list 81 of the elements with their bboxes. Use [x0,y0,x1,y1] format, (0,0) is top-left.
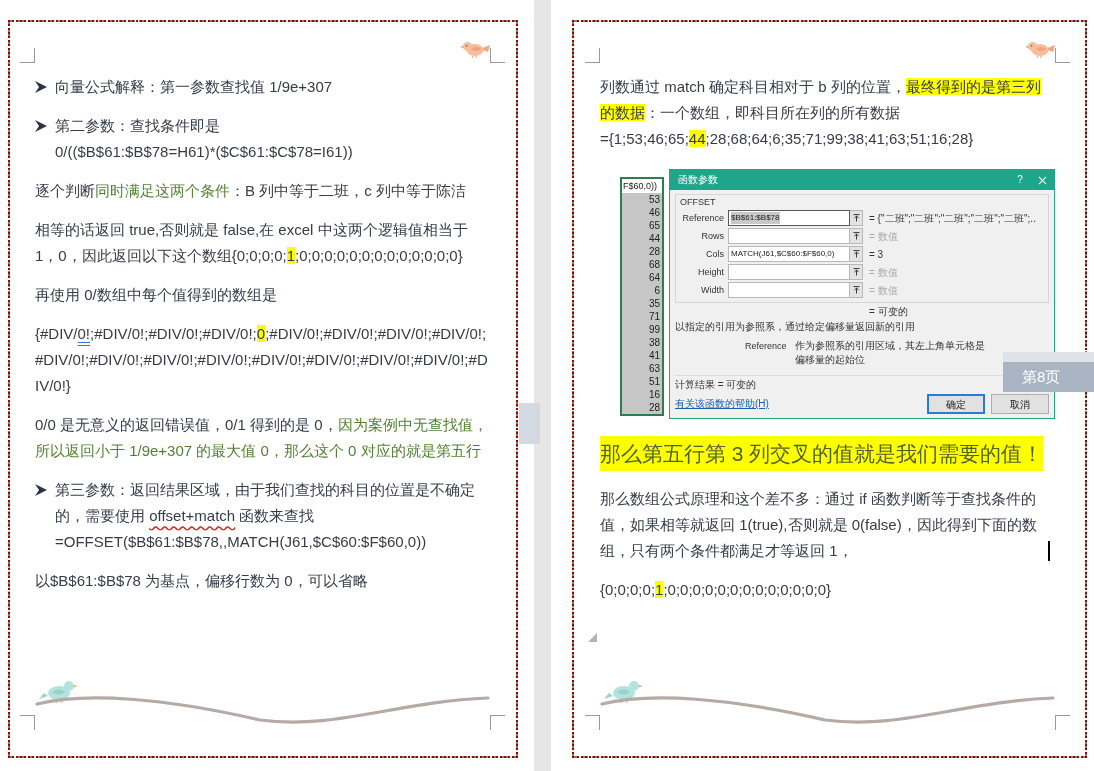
spreadsheet-cell: 28 [622,245,662,258]
arrow-up-icon [852,250,860,258]
dialog-button[interactable]: 确定 [927,394,985,414]
spreadsheet-cell: 44 [622,232,662,245]
spreadsheet-cell: 6 [622,284,662,297]
spreadsheet-cell: 16 [622,388,662,401]
argument-label: Cols [705,248,725,260]
help-link[interactable]: 有关该函数的帮助(H) [675,397,769,411]
crop-mark [1055,715,1070,730]
range-select-button[interactable] [850,282,863,298]
spreadsheet-cell: 99 [622,323,662,336]
bullet-text: 向量公式解释：第一参数查找值 1/9e+307 [55,77,334,97]
arrow-up-icon [852,286,860,294]
text-cursor-icon [1048,541,1050,561]
argument-result: = 3 [869,247,884,261]
arrow-bullet-icon [35,484,47,496]
spreadsheet-cell: 41 [622,349,662,362]
argument-label: Height [697,266,725,278]
bird-icon [604,681,643,704]
spreadsheet-cell: 51 [622,375,662,388]
crop-mark [490,48,505,63]
argument-result: = {"二班";"二班";"二班";"二班";"二班";.. [869,211,1036,225]
crop-mark [20,48,35,63]
spreadsheet-cell: 71 [622,310,662,323]
range-select-button[interactable] [850,246,863,262]
argument-input[interactable] [728,282,850,298]
arrow-up-icon [852,268,860,276]
paragraph-text: 逐个判断同时满足这两个条件：B 列中等于二班，c 列中等于陈洁 [35,181,467,201]
paragraph-text: 再使用 0/数组中每个值得到的数组是 [35,285,278,305]
calculation-result: 计算结果 = 可变的 [675,378,757,392]
argument-input[interactable] [728,264,850,280]
argument-input[interactable]: MATCH(J61,$C$60:$F$60,0) [728,246,850,262]
spreadsheet-cell: 46 [622,206,662,219]
argument-input[interactable]: $B$61:$B$78 [728,210,850,226]
spreadsheet-cell: 38 [622,336,662,349]
paragraph-text: 0/0 是无意义的返回错误值，0/1 得到的是 0，因为案例中无查找值，所以返回小于 1/9e+307 的最大值 0，那么这个 0 对应的就是第五行 [35,415,489,461]
function-description: 以指定的引用为参照系，通过给定偏移量返回新的引用 [675,320,915,334]
spreadsheet-cell: 63 [622,362,662,375]
spreadsheet-cell: 65 [622,219,662,232]
spreadsheet-cell: 64 [622,271,662,284]
crop-mark [1055,48,1070,63]
argument-label: Width [700,284,725,296]
bullet-text: 第三参数：返回结果区域，由于我们查找的科目的位置是不确定的，需要使用 offset+match 函数来查找 =OFFSET($B$61:$B$78,,MATCH(J61,$C$60:$F$60,0)) [55,480,476,552]
paragraph-text: 以$B$61:$B$78 为基点，偏移行数为 0，可以省略 [35,571,369,591]
argument-result: = 数值 [869,283,898,297]
bird-icon [39,681,78,704]
paragraph-text: {0;0;0;0;1;0;0;0;0;0;0;0;0;0;0;0;0;0} [600,580,833,600]
formula-result: = 可变的 [869,305,908,319]
spreadsheet-cell: 53 [622,193,662,206]
argument-name: Reference [745,340,787,353]
argument-help: 作为参照系的引用区域，其左上角单元格是偏移量的起始位 [794,339,986,367]
argument-result: = 数值 [869,229,898,243]
arrow-bullet-icon [35,120,47,132]
close-icon [1037,175,1047,185]
range-select-button[interactable] [850,228,863,244]
bullet-text: 第二参数：查找条件即是 0/(($B$61:$B$78=H61)*($C$61:$C$78=I61)) [55,116,354,162]
argument-label: Reference [681,212,725,224]
crop-mark [20,715,35,730]
arrow-up-icon [852,232,860,240]
paragraph-text: 相等的话返回 true,否则就是 false,在 excel 中这两个逻辑值相当于 1，0，因此返回以下这个数组{0;0;0;0;1;0;0;0;0;0;0;0;0;0;0;0;0;0} [35,220,469,266]
arrow-bullet-icon [35,81,47,93]
argument-label: Rows [700,230,725,242]
argument-result: = 数值 [869,265,898,279]
crop-mark [585,715,600,730]
paragraph-text: 那么数组公式原理和这个差不多：通过 if 函数判断等于查找条件的值，如果相等就返回 1(true),否则就是 0(false)，因此得到下面的数组，只有两个条件都满足才等返回 1， [600,489,1038,561]
heading-text: 那么第五行第 3 列交叉的值就是我们需要的值！ [600,436,1044,471]
dialog-title: 函数参数 [678,173,719,187]
range-select-button[interactable] [850,210,863,226]
function-name: OFFSET [680,196,716,208]
bird-icon [460,40,490,58]
spreadsheet-cell: 28 [622,401,662,414]
crop-mark [490,715,505,730]
array-text: {#DIV/0!;#DIV/0!;#DIV/0!;#DIV/0!;0;#DIV/0!;#DIV/0!;#DIV/0!;#DIV/0!;#DIV/0!;#DIV/0!;#DIV/0!;#DIV/0!;#DIV/0!;#DIV/0!;#DIV/0!;#DIV/0!;#DIV/0!} [35,324,489,396]
range-select-button[interactable] [850,264,863,280]
spreadsheet-cell: 35 [622,297,662,310]
bird-icon [1025,40,1055,58]
argument-input[interactable] [728,228,850,244]
spreadsheet-cell: 68 [622,258,662,271]
dialog-button[interactable]: 取消 [991,394,1049,414]
crop-mark [585,48,600,63]
arrow-up-icon [852,214,860,222]
